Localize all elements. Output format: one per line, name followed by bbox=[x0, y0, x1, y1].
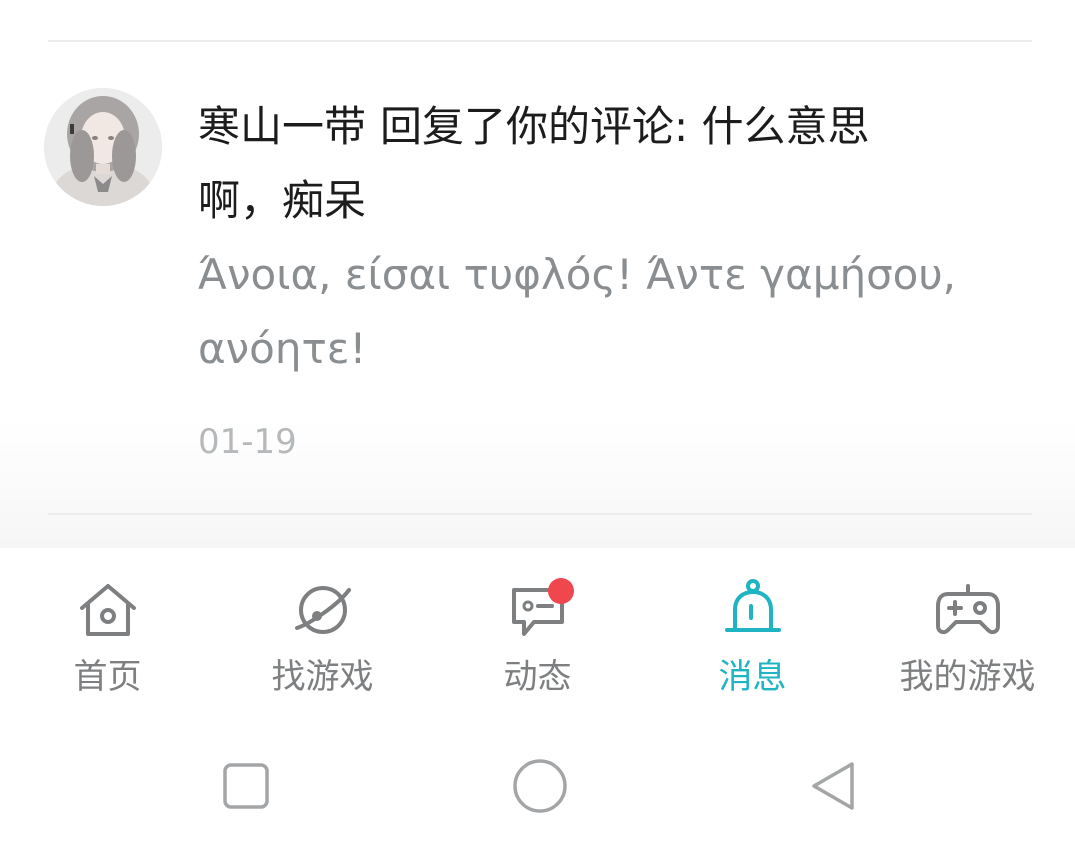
back-button[interactable] bbox=[804, 756, 864, 816]
bell-icon bbox=[719, 576, 787, 644]
reply-action-text: 回复了你的评论: 什么意思 bbox=[380, 102, 870, 151]
tab-label: 我的游戏 bbox=[899, 657, 1036, 697]
tab-messages[interactable]: 消息 bbox=[645, 548, 860, 718]
message-list: 寒山一带 回复了你的评论: 什么意思 啊，痴呆 Άνοια, είσαι τυφλ… bbox=[0, 0, 1075, 548]
tab-label: 首页 bbox=[73, 657, 142, 697]
reply-user-name[interactable]: 寒山一带 bbox=[198, 102, 366, 151]
notification-badge bbox=[548, 578, 574, 604]
reply-content-line: Άνοια, είσαι τυφλός! Άντε γαμήσου, bbox=[198, 250, 957, 299]
tab-find-games[interactable]: 找游戏 bbox=[215, 548, 430, 718]
quoted-comment-continuation: 啊，痴呆 bbox=[198, 176, 367, 225]
recent-apps-button[interactable] bbox=[216, 756, 276, 816]
system-navigation-bar bbox=[0, 718, 1075, 854]
app-screen: 寒山一带 回复了你的评论: 什么意思 啊，痴呆 Άνοια, είσαι τυφλ… bbox=[0, 0, 1075, 854]
reply-content: Άνοια, είσαι τυφλός! Άντε γαμήσου, ανόητ… bbox=[198, 238, 1038, 386]
tab-home[interactable]: 首页 bbox=[0, 548, 215, 718]
tab-label: 消息 bbox=[718, 657, 787, 697]
planet-icon bbox=[289, 576, 357, 644]
tab-feed[interactable]: 动态 bbox=[430, 548, 645, 718]
tab-my-games[interactable]: 我的游戏 bbox=[860, 548, 1075, 718]
divider bbox=[48, 513, 1032, 515]
message-item[interactable]: 寒山一带 回复了你的评论: 什么意思 啊，痴呆 Άνοια, είσαι τυφλ… bbox=[0, 42, 1075, 512]
tab-label: 找游戏 bbox=[271, 657, 374, 697]
avatar[interactable] bbox=[44, 88, 162, 206]
bottom-tab-bar: 首页 找游戏 动态 消息 我的游戏 bbox=[0, 548, 1075, 718]
home-system-button[interactable] bbox=[508, 754, 572, 818]
circle-icon bbox=[513, 759, 567, 813]
avatar-image bbox=[44, 88, 162, 206]
back-triangle-icon bbox=[812, 762, 854, 810]
reply-headline: 寒山一带 回复了你的评论: 什么意思 啊，痴呆 bbox=[198, 90, 998, 238]
home-icon bbox=[74, 576, 142, 644]
tab-label: 动态 bbox=[503, 657, 572, 697]
square-icon bbox=[223, 763, 269, 809]
reply-content-line: ανόητε! bbox=[198, 324, 367, 373]
gamepad-icon bbox=[934, 576, 1002, 644]
message-timestamp: 01-19 bbox=[198, 422, 297, 462]
